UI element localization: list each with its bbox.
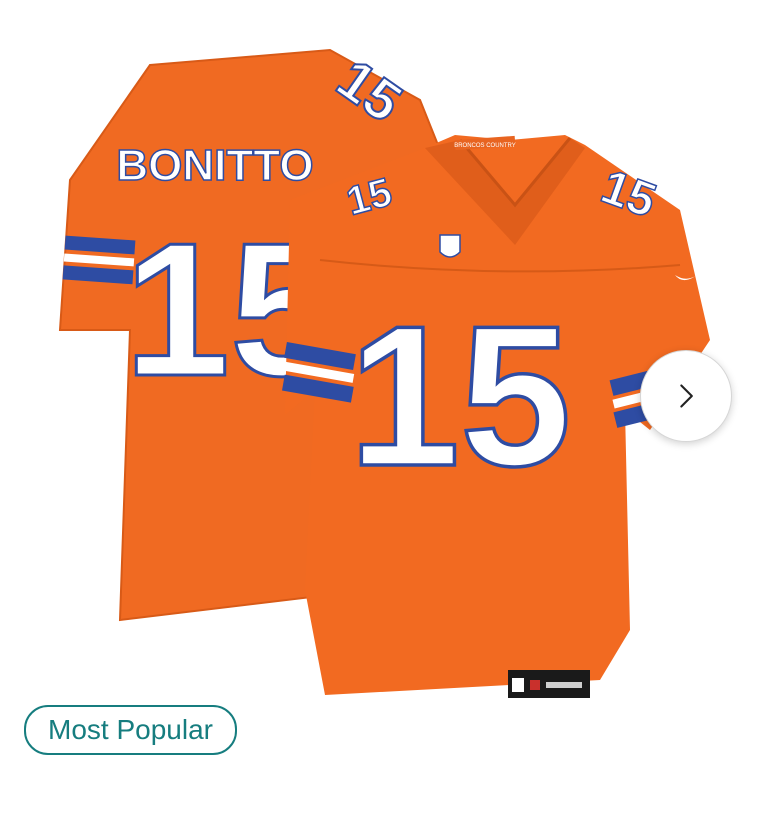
- next-image-button[interactable]: [640, 350, 732, 442]
- most-popular-badge: Most Popular: [24, 705, 237, 755]
- collar-tag-text: BRONCOS COUNTRY: [454, 143, 516, 149]
- nfl-shield-icon: [439, 234, 461, 258]
- chevron-right-icon: [680, 384, 693, 408]
- product-gallery: BONITTO 15 15 BRONCOS COUNTRY 15 15 15 M…: [0, 0, 768, 826]
- front-number-text: 15: [349, 285, 571, 508]
- jersey-image: BONITTO 15 15 BRONCOS COUNTRY 15 15 15: [58, 46, 715, 698]
- back-name-text: BONITTO: [116, 141, 313, 190]
